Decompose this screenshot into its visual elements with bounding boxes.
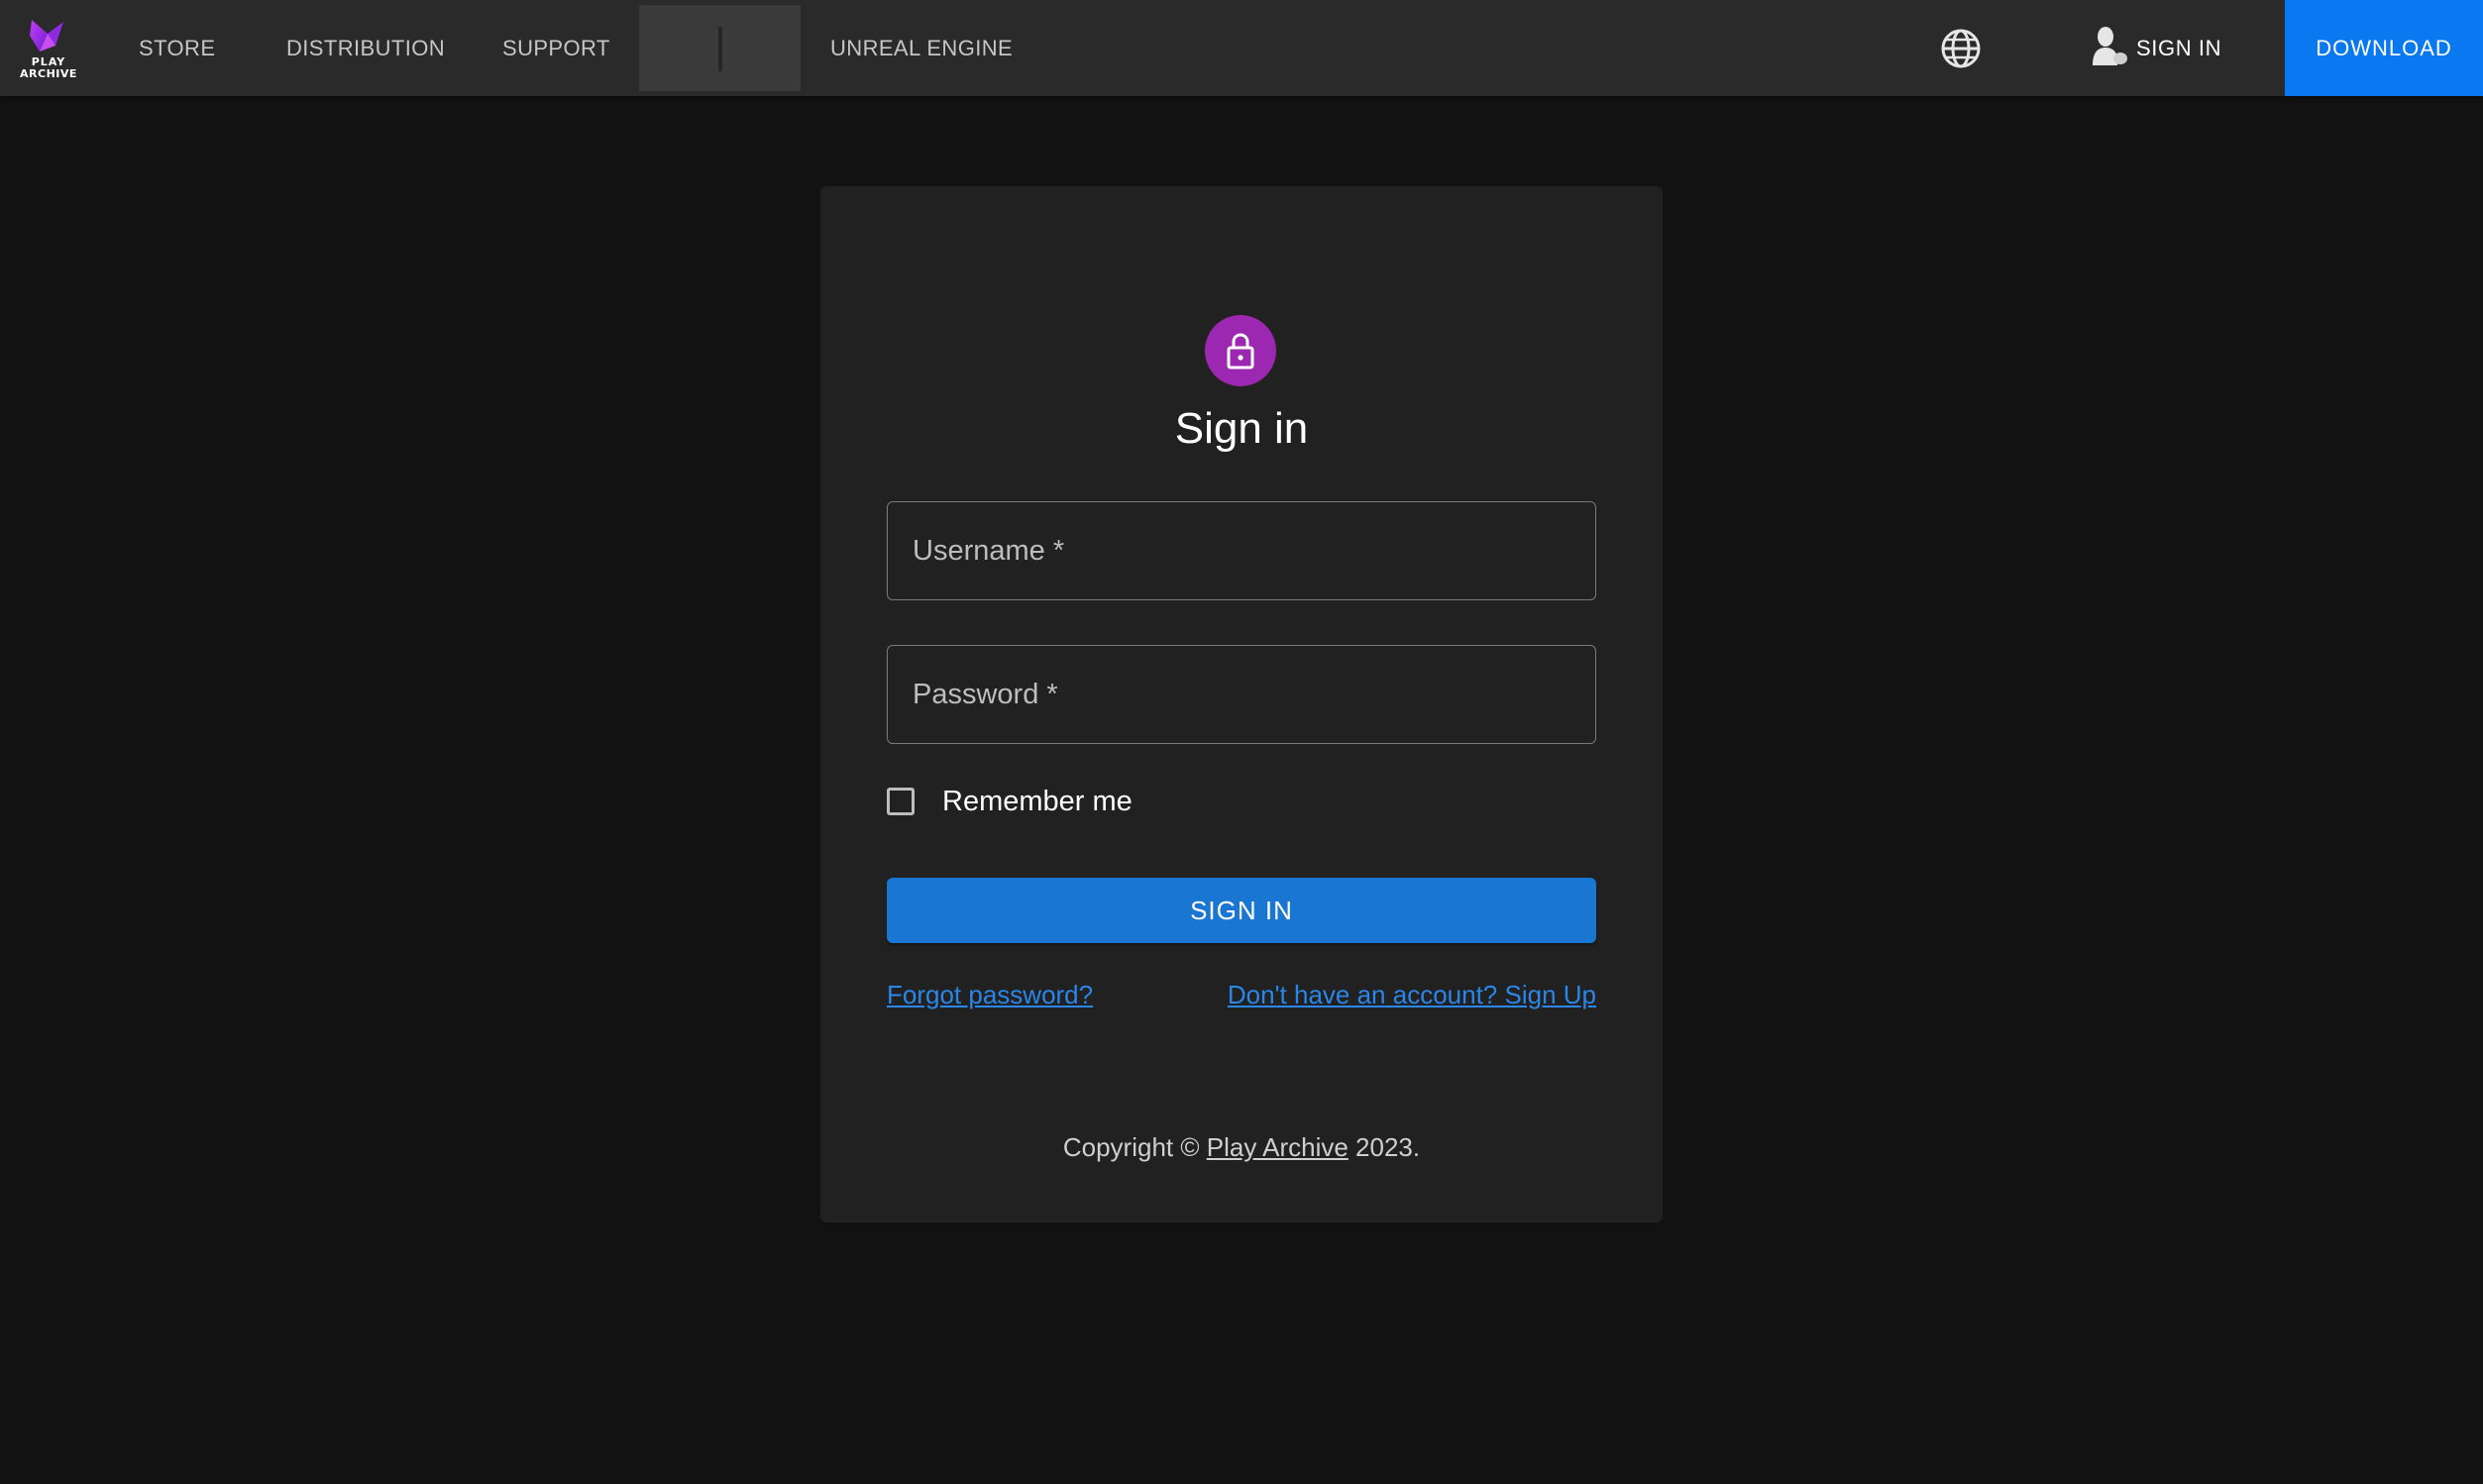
copyright-prefix: Copyright ©: [1062, 1132, 1207, 1162]
lock-icon: [1227, 333, 1254, 370]
logo-text-line2: ARCHIVE: [20, 67, 77, 80]
globe-icon[interactable]: [1940, 28, 1982, 69]
remember-me-label: Remember me: [942, 786, 1133, 817]
sign-in-card: Sign in Username * Password * Remember m…: [820, 186, 1663, 1222]
sign-up-link[interactable]: Don't have an account? Sign Up: [1228, 979, 1596, 1010]
username-field[interactable]: Username *: [887, 501, 1596, 600]
person-icon: [2093, 27, 2127, 65]
nav-divider: [718, 27, 722, 71]
page-title: Sign in: [1174, 404, 1309, 453]
forgot-password-link[interactable]: Forgot password?: [887, 979, 1093, 1010]
username-placeholder: Username *: [913, 535, 1065, 567]
lock-avatar: [1205, 315, 1276, 386]
nav-store[interactable]: STORE: [139, 0, 215, 96]
logo-icon: [30, 20, 63, 52]
copyright-footer: Copyright © Play Archive 2023.: [820, 1131, 1663, 1163]
top-navigation-bar: PLAY ARCHIVE STORE DISTRIBUTION SUPPORT …: [0, 0, 2483, 96]
play-archive-link[interactable]: Play Archive: [1207, 1132, 1349, 1162]
copyright-suffix: 2023.: [1348, 1132, 1421, 1162]
header-sign-in-label: SIGN IN: [2136, 36, 2222, 60]
nav-support[interactable]: SUPPORT: [502, 0, 610, 96]
play-archive-logo[interactable]: PLAY ARCHIVE: [18, 16, 79, 81]
nav-unreal-engine[interactable]: UNREAL ENGINE: [830, 0, 1013, 96]
password-field[interactable]: Password *: [887, 645, 1596, 744]
nav-distribution[interactable]: DISTRIBUTION: [286, 0, 445, 96]
nav-placeholder-item[interactable]: [639, 5, 801, 91]
download-button[interactable]: DOWNLOAD: [2285, 0, 2483, 96]
password-placeholder: Password *: [913, 679, 1058, 710]
checkbox-icon[interactable]: [887, 788, 915, 815]
sign-in-button[interactable]: SIGN IN: [887, 878, 1596, 943]
